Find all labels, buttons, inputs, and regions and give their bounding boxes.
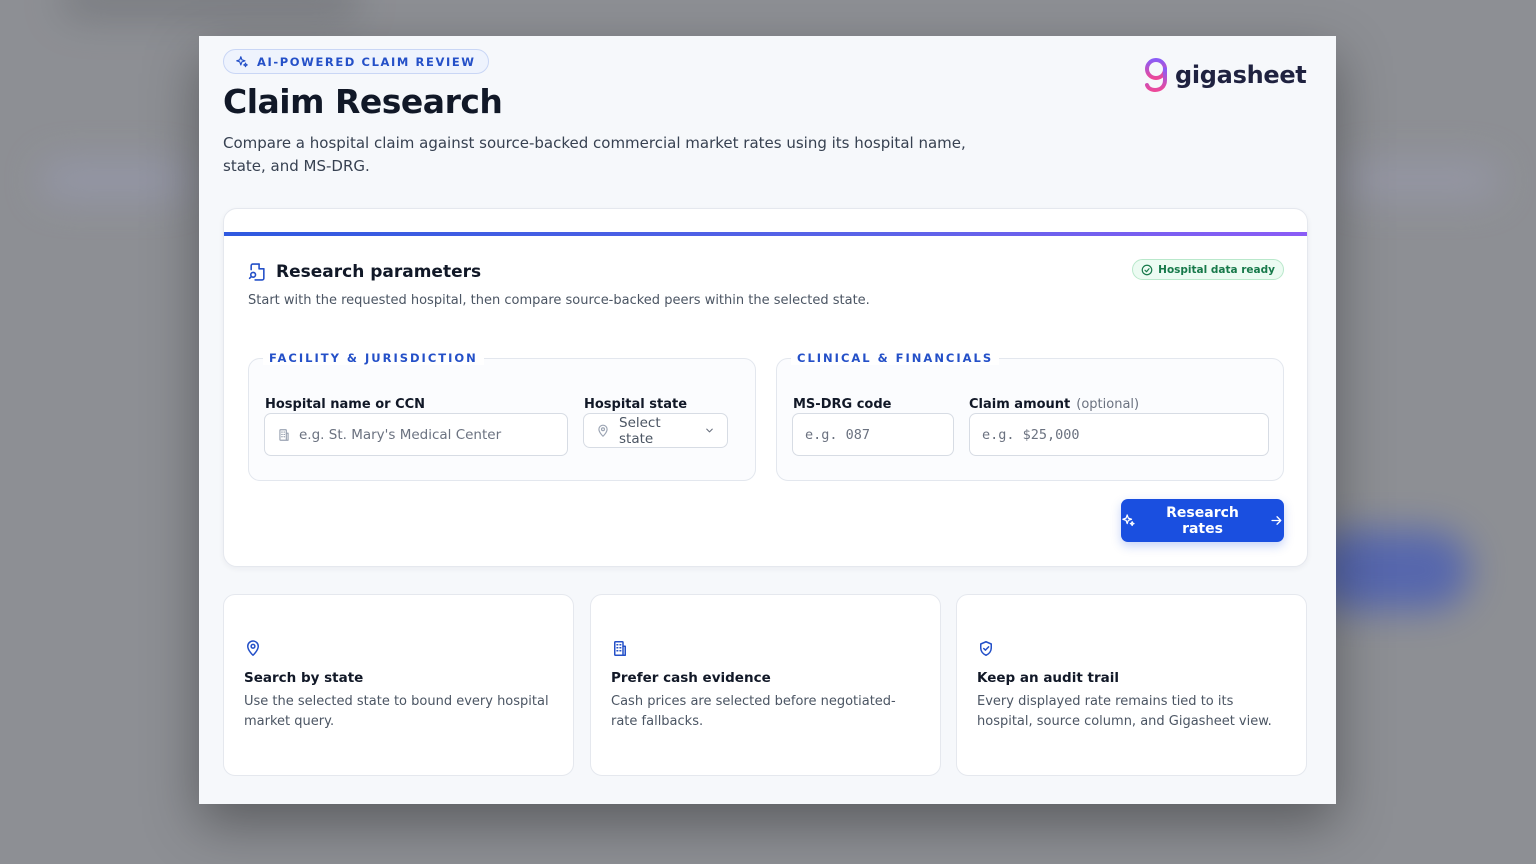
gigasheet-logo: gigasheet [1143, 56, 1307, 94]
card-header: Research parameters [248, 262, 481, 282]
feature-title: Prefer cash evidence [611, 670, 771, 686]
feature-cards: Search by state Use the selected state t… [223, 594, 1308, 776]
clinical-legend: CLINICAL & FINANCIALS [791, 351, 1000, 365]
feature-description: Every displayed rate remains tied to its… [977, 694, 1272, 729]
facility-jurisdiction-group: FACILITY & JURISDICTION Hospital name or… [248, 351, 756, 481]
research-rates-button[interactable]: Research rates [1121, 499, 1284, 542]
ms-drg-label: MS-DRG code [793, 397, 892, 412]
facility-legend: FACILITY & JURISDICTION [263, 351, 484, 365]
background-blur [40, 160, 190, 200]
feature-card-keep-an-audit-trail: Keep an audit trail Every displayed rate… [956, 594, 1307, 776]
map-pin-icon [247, 640, 259, 656]
eyebrow-text: AI-POWERED CLAIM REVIEW [257, 54, 476, 69]
document-search-icon [248, 263, 265, 281]
research-rates-label: Research rates [1166, 504, 1239, 537]
card-title: Research parameters [276, 262, 482, 282]
feature-card-search-by-state: Search by state Use the selected state t… [223, 594, 574, 776]
page-title: Claim Research [223, 82, 503, 121]
card-accent-bar [224, 232, 1307, 236]
feature-title: Keep an audit trail [977, 670, 1119, 686]
status-badge-text: Hospital data ready [1158, 263, 1275, 276]
hospital-name-field[interactable] [264, 413, 568, 456]
feature-description: Use the selected state to bound every ho… [244, 694, 549, 729]
gigasheet-logo-text: gigasheet [1175, 61, 1307, 89]
hospital-state-select[interactable]: Select state [583, 413, 728, 448]
research-parameters-card: Research parameters Start with the reque… [223, 208, 1308, 567]
gigasheet-logo-icon [1145, 58, 1167, 93]
claim-research-window: AI-POWERED CLAIM REVIEW Claim Research C… [199, 36, 1336, 804]
clinical-financials-group: CLINICAL & FINANCIALS MS-DRG code Claim … [776, 351, 1284, 481]
arrow-right-icon [1271, 516, 1282, 525]
optional-hint: (optional) [1076, 397, 1140, 412]
chevron-down-icon [706, 428, 713, 433]
eyebrow-badge: AI-POWERED CLAIM REVIEW [223, 49, 489, 74]
hospital-data-status-badge: Hospital data ready [1132, 259, 1284, 280]
claim-amount-field[interactable] [969, 413, 1269, 456]
feature-description: Cash prices are selected before negotiat… [611, 694, 896, 729]
map-pin-icon [598, 424, 608, 437]
claim-amount-label: Claim amount (optional) [969, 397, 1139, 412]
feature-title: Search by state [244, 670, 364, 686]
building-icon [279, 428, 289, 441]
hospital-name-label: Hospital name or CCN [265, 397, 426, 412]
claim-amount-label-text: Claim amount [969, 397, 1071, 412]
shield-check-icon [980, 641, 992, 656]
building-icon [614, 641, 626, 656]
claim-amount-input[interactable] [982, 426, 1268, 443]
feature-card-prefer-cash-evidence: Prefer cash evidence Cash prices are sel… [590, 594, 941, 776]
hospital-name-input[interactable] [299, 426, 567, 443]
background-blur [1340, 160, 1500, 200]
ms-drg-input[interactable] [805, 426, 953, 443]
page-description: Compare a hospital claim against source-… [223, 134, 966, 175]
background-blur [60, 0, 360, 20]
hospital-state-value: Select state [619, 414, 661, 447]
hospital-state-label: Hospital state [584, 397, 688, 412]
sparkle-icon [236, 55, 248, 67]
ms-drg-field[interactable] [792, 413, 954, 456]
card-subtitle: Start with the requested hospital, then … [248, 293, 870, 308]
check-circle-icon [1141, 264, 1153, 275]
sparkle-icon [1122, 514, 1135, 527]
